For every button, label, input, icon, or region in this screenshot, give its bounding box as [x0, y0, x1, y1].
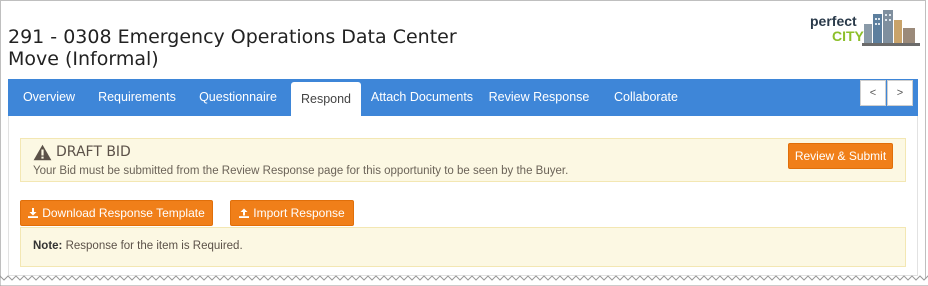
note-text: Note: Response for the item is Required.: [33, 240, 243, 252]
logo-text-city: CITY: [832, 28, 864, 44]
tab-overview[interactable]: Overview: [12, 79, 86, 116]
tab-questionnaire[interactable]: Questionnaire: [188, 79, 288, 116]
upload-icon: [239, 208, 250, 218]
review-submit-button[interactable]: Review & Submit: [788, 143, 893, 169]
next-tab-button[interactable]: >: [887, 80, 913, 106]
download-template-label: Download Response Template: [42, 206, 205, 220]
torn-edge: [0, 275, 928, 286]
page-title: 291 - 0308 Emergency Operations Data Cen…: [8, 26, 457, 70]
download-template-button[interactable]: Download Response Template: [20, 200, 213, 226]
import-response-button[interactable]: Import Response: [230, 200, 354, 226]
tab-requirements[interactable]: Requirements: [88, 79, 186, 116]
tab-respond[interactable]: Respond: [291, 82, 361, 116]
tab-collaborate[interactable]: Collaborate: [604, 79, 688, 116]
page-title-line2: Move (Informal): [8, 48, 159, 70]
tab-review-response[interactable]: Review Response: [486, 79, 592, 116]
skyline-icon: [862, 10, 920, 46]
draft-bid-title: DRAFT BID: [56, 144, 131, 160]
note-message: Response for the item is Required.: [62, 240, 243, 252]
tab-bar: Overview Requirements Questionnaire Resp…: [8, 79, 918, 116]
perfect-city-logo: perfect CITY: [808, 10, 920, 48]
warning-icon: [33, 144, 52, 161]
note-label: Note:: [33, 240, 63, 252]
download-icon: [28, 208, 39, 218]
note-alert: Note: Response for the item is Required.: [20, 227, 906, 267]
tab-attach-documents[interactable]: Attach Documents: [364, 79, 480, 116]
import-response-label: Import Response: [253, 206, 345, 220]
draft-bid-message: Your Bid must be submitted from the Revi…: [33, 165, 569, 177]
draft-bid-alert: DRAFT BID Your Bid must be submitted fro…: [20, 138, 906, 182]
prev-tab-button[interactable]: <: [860, 80, 886, 106]
logo-text-perfect: perfect: [810, 13, 857, 29]
page-title-line1: 291 - 0308 Emergency Operations Data Cen…: [8, 26, 457, 48]
